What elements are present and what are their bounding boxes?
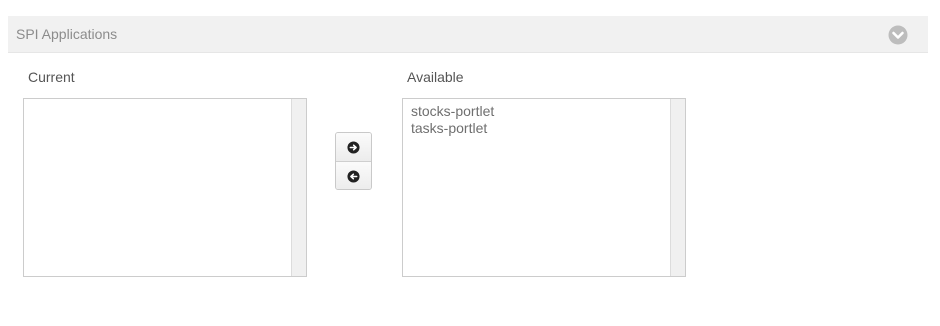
available-list-items: stocks-portlet tasks-portlet (411, 103, 667, 137)
arrow-circle-left-icon (347, 169, 360, 183)
move-to-available-button[interactable] (336, 162, 371, 189)
available-scrollbar[interactable] (670, 99, 685, 276)
current-label: Current (28, 69, 75, 85)
current-scrollbar[interactable] (291, 99, 306, 276)
list-option[interactable]: stocks-portlet (411, 103, 667, 120)
arrow-circle-right-icon (347, 140, 360, 154)
panel-title: SPI Applications (16, 26, 118, 42)
list-option[interactable]: tasks-portlet (411, 120, 667, 137)
available-listbox[interactable]: stocks-portlet tasks-portlet (402, 98, 686, 277)
move-button-group (335, 132, 372, 190)
chevron-circle-down-icon[interactable] (888, 25, 908, 45)
available-label: Available (407, 69, 464, 85)
panel-header[interactable]: SPI Applications (8, 16, 928, 53)
current-listbox[interactable] (23, 98, 307, 277)
move-to-current-button[interactable] (336, 133, 371, 162)
